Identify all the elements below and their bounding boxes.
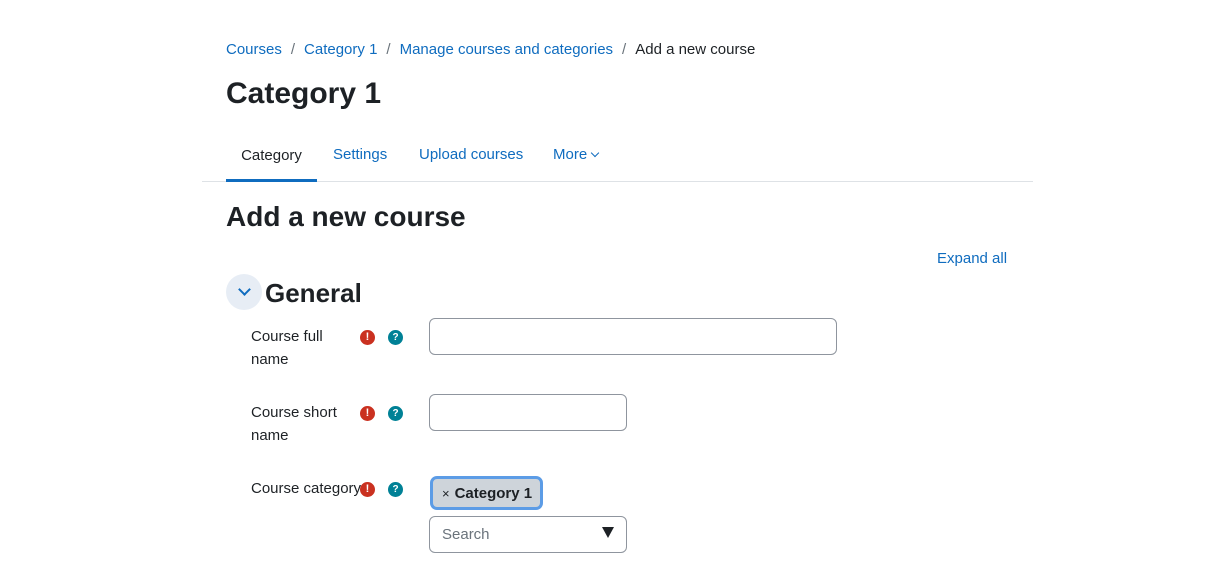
breadcrumb-link-courses[interactable]: Courses: [226, 41, 282, 58]
breadcrumb-link-manage[interactable]: Manage courses and categories: [400, 41, 613, 58]
help-icon[interactable]: ?: [388, 406, 403, 421]
course-full-name-label: Course full name: [251, 325, 323, 371]
chevron-down-icon: [237, 283, 251, 296]
tab-more[interactable]: More: [553, 128, 600, 181]
category-search-select[interactable]: Search: [429, 516, 627, 553]
tab-settings[interactable]: Settings: [333, 128, 387, 181]
tab-upload-courses[interactable]: Upload courses: [419, 128, 523, 181]
label-line: Course short: [251, 404, 337, 421]
tab-label: Settings: [333, 146, 388, 163]
secondary-nav-tabs: Category Settings Upload courses More: [202, 128, 1033, 182]
breadcrumb-link-category[interactable]: Category 1: [304, 41, 377, 58]
help-icon[interactable]: ?: [388, 330, 403, 345]
required-icon: !: [360, 406, 375, 421]
label-line: Course full: [251, 328, 323, 345]
course-short-name-label: Course short name: [251, 401, 337, 447]
course-full-name-input[interactable]: [429, 318, 837, 355]
chevron-down-icon: [590, 148, 600, 157]
breadcrumb-current: Add a new course: [635, 41, 756, 58]
selected-category-tag[interactable]: × Category 1: [430, 476, 544, 510]
collapse-general-button[interactable]: [226, 274, 262, 310]
course-short-name-input[interactable]: [429, 394, 627, 431]
tab-label: Upload courses: [419, 146, 524, 163]
remove-tag-icon: ×: [442, 485, 450, 501]
tab-label: Category: [241, 146, 302, 164]
page-title: Category 1: [226, 77, 382, 110]
section-title: Add a new course: [226, 201, 466, 232]
breadcrumb-separator: /: [622, 41, 627, 58]
breadcrumb-separator: /: [290, 41, 296, 58]
fieldset-legend-general: General: [265, 278, 362, 308]
tab-label: More: [553, 146, 588, 163]
course-category-label: Course category: [251, 480, 362, 497]
breadcrumb-separator: /: [386, 41, 391, 58]
tag-label: Category 1: [454, 484, 533, 502]
required-icon: !: [360, 330, 375, 345]
tab-category[interactable]: Category: [226, 128, 317, 182]
label-line: name: [251, 351, 289, 368]
label-line: name: [251, 427, 289, 444]
expand-all-link[interactable]: Expand all: [937, 250, 1007, 267]
search-placeholder: Search: [442, 526, 490, 543]
breadcrumb: Courses / Category 1 / Manage courses an…: [226, 41, 755, 58]
required-icon: !: [360, 482, 375, 497]
help-icon[interactable]: ?: [388, 482, 403, 497]
caret-down-icon: [602, 527, 614, 538]
